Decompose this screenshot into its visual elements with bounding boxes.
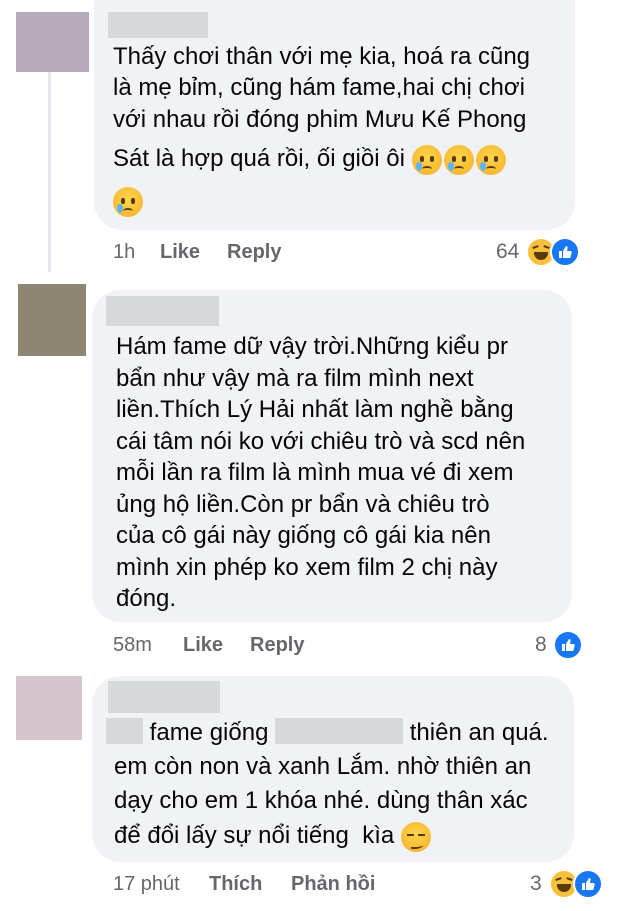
loudly-crying-face-icon <box>475 144 506 175</box>
avatar[interactable] <box>16 676 82 740</box>
like-button[interactable]: Like <box>160 241 200 264</box>
comment-text-line: là mẹ bỉm, cũng hám fame,hai chị chơi <box>113 74 525 101</box>
comment-timestamp[interactable]: 17 phút <box>113 873 180 896</box>
comment-text-line: với nhau rồi đóng phim Mưu Kế Phong <box>113 106 527 133</box>
redacted-author-name <box>108 12 208 38</box>
comment-text-line: cái tâm nói ko với chiêu trò và scd nên <box>116 428 526 455</box>
comment-text-line: mỗi lần ra film là mình mua vé đi xem <box>116 459 514 486</box>
comment-text-line: Sát là hợp quá rồi, ối giồi ôi <box>113 143 508 175</box>
comment-text-line: liền.Thích Lý Hải nhất làm nghề bằng <box>116 396 514 423</box>
like-reaction-icon <box>550 237 580 267</box>
comment-text: để đổi lấy sự nổi tiếng kìa <box>114 822 395 849</box>
comment-text-line: bẩn như vậy mà ra film mình next <box>116 365 474 392</box>
avatar[interactable] <box>18 284 86 356</box>
reaction-icons[interactable] <box>553 630 583 660</box>
reply-button[interactable]: Reply <box>250 634 304 657</box>
reaction-icons[interactable] <box>549 869 603 899</box>
like-reaction-icon <box>573 869 603 899</box>
comment-text-line: Hám fame dữ vậy trời.Những kiểu pr <box>116 333 509 360</box>
comment-text-line: fame giống thiên an quá. <box>106 717 549 749</box>
comment-text-line: để đổi lấy sự nổi tiếng kìa <box>114 820 431 852</box>
reaction-count[interactable]: 8 <box>535 633 547 657</box>
reply-button[interactable]: Reply <box>227 241 281 264</box>
redacted-text <box>275 718 404 744</box>
like-button[interactable]: Thích <box>209 873 262 896</box>
comment-timestamp[interactable]: 1h <box>113 241 135 264</box>
redacted-author-name <box>106 296 219 326</box>
comment-text: fame giống <box>149 719 269 746</box>
comment-text-line: em còn non và xanh Lắm. nhờ thiên an <box>114 753 532 780</box>
comment-text: thiên an quá. <box>409 719 549 746</box>
reaction-count[interactable]: 64 <box>496 240 519 264</box>
like-button[interactable]: Like <box>183 634 223 657</box>
redacted-text <box>106 718 143 744</box>
comment-timestamp[interactable]: 58m <box>113 634 152 657</box>
thread-line <box>48 72 51 272</box>
comment-text-line: ủng hộ liền.Còn pr bẩn và chiêu trò <box>116 491 490 518</box>
loudly-crying-face-icon <box>443 144 474 175</box>
comment-text-line: đóng. <box>116 585 177 612</box>
like-reaction-icon <box>553 630 583 660</box>
comment-text-line: dạy cho em 1 khóa nhé. dùng thân xác <box>114 787 528 814</box>
comment-text: Sát là hợp quá rồi, ối giồi ôi <box>113 145 405 172</box>
reaction-icons[interactable] <box>526 237 580 267</box>
avatar[interactable] <box>16 12 89 72</box>
comment-text-line: của cô gái này giống cô gái kia nên <box>116 522 491 549</box>
loudly-crying-face-icon <box>113 187 145 217</box>
smirking-face-icon <box>400 821 431 852</box>
loudly-crying-face-icon <box>411 144 442 175</box>
reply-button[interactable]: Phản hồi <box>291 873 375 896</box>
comment-text-line: mình xin phép ko xem film 2 chị này <box>116 554 498 581</box>
redacted-author-name <box>108 681 220 713</box>
comment-text-line: Thấy chơi thân với mẹ kia, hoá ra cũng <box>113 43 531 70</box>
reaction-count[interactable]: 3 <box>530 872 542 896</box>
